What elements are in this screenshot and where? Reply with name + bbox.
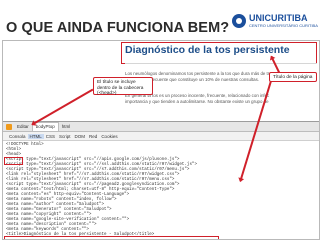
toolbar-consola[interactable]: Consola bbox=[7, 134, 28, 139]
callout-head-note: El título se incluye dentro de la cabece… bbox=[93, 77, 153, 96]
slide-title: O QUE AINDA FUNCIONA BEM? bbox=[6, 20, 230, 36]
toolbar-css[interactable]: CSS bbox=[44, 134, 57, 139]
firebug-bug-icon[interactable] bbox=[6, 123, 12, 130]
logo-name: UNICURITIBA bbox=[249, 13, 308, 23]
logo-text: UNICURITIBA CENTRO UNIVERSITÁRIO CURITIB… bbox=[249, 14, 318, 28]
toolbar-script[interactable]: Script bbox=[57, 134, 73, 139]
toolbar-cookies[interactable]: Cookies bbox=[99, 134, 119, 139]
toolbar-red[interactable]: Red bbox=[87, 134, 99, 139]
tab-editar[interactable]: Editar bbox=[14, 124, 32, 129]
paragraph-1-line-1: Los neumólogos denominamos tos persisten… bbox=[125, 71, 274, 76]
logo-tagline: CENTRO UNIVERSITÁRIO CURITIBA bbox=[249, 23, 318, 28]
html-source-view: <!DOCTYPE html> <html> <head> <script ty… bbox=[3, 141, 319, 239]
firebug-panel: Editar bodyPtop html Consola HTML CSS Sc… bbox=[3, 121, 319, 239]
toolbar-dom[interactable]: DOM bbox=[73, 134, 88, 139]
firebug-toolbar: Consola HTML CSS Script DOM Red Cookies bbox=[3, 132, 319, 141]
slide: O QUE AINDA FUNCIONA BEM? UNICURITIBA CE… bbox=[0, 0, 320, 240]
browser-screenshot: Diagnóstico de la tos persistente Los ne… bbox=[2, 40, 320, 240]
page-heading: Diagnóstico de la tos persistente bbox=[125, 44, 290, 56]
head-tag-highlight-box bbox=[4, 157, 23, 165]
tab-html[interactable]: html bbox=[59, 124, 74, 129]
paragraph-2-line-2: importancia y que tienden a autolimitars… bbox=[125, 98, 269, 104]
toolbar-html[interactable]: HTML bbox=[27, 133, 44, 139]
title-tag-highlight-box bbox=[4, 236, 219, 239]
heading-divider bbox=[125, 63, 317, 64]
logo-mark-icon bbox=[232, 14, 246, 28]
unicuritiba-logo: UNICURITIBA CENTRO UNIVERSITÁRIO CURITIB… bbox=[232, 8, 318, 34]
callout-title-note: Título de la página bbox=[269, 72, 317, 82]
firebug-tabs: Editar bodyPtop html bbox=[3, 122, 319, 132]
